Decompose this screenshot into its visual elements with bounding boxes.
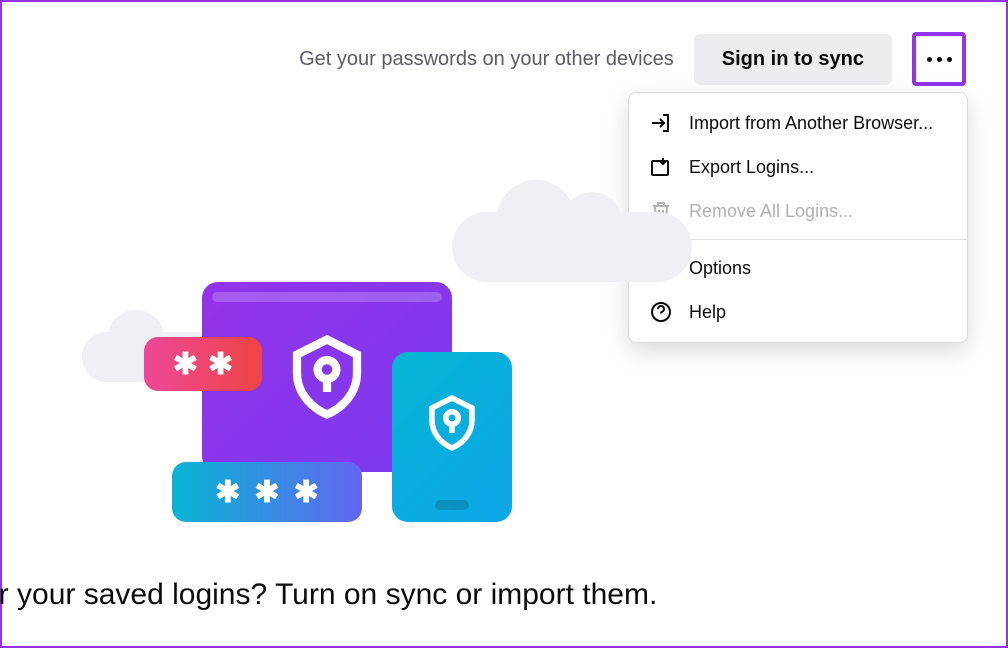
dropdown-menu: Import from Another Browser... Export Lo…	[628, 92, 968, 343]
cloud-icon	[452, 212, 692, 282]
prompt-text: Get your passwords on your other devices	[299, 48, 674, 71]
asterisk-icon: ✱	[173, 347, 198, 382]
menu-item-label: Import from Another Browser...	[689, 113, 933, 134]
header-bar: Get your passwords on your other devices…	[299, 32, 966, 86]
asterisk-icon: ✱	[294, 475, 319, 510]
footer-text: or your saved logins? Turn on sync or im…	[0, 578, 657, 612]
sign-in-button[interactable]: Sign in to sync	[694, 34, 892, 85]
menu-item-label: Export Logins...	[689, 157, 814, 178]
lock-icon	[422, 393, 482, 453]
menu-item-export[interactable]: Export Logins...	[629, 145, 967, 189]
asterisk-icon: ✱	[208, 347, 233, 382]
menu-item-label: Help	[689, 302, 726, 323]
menu-item-import[interactable]: Import from Another Browser...	[629, 101, 967, 145]
lock-icon	[282, 332, 372, 422]
export-icon	[649, 155, 673, 179]
help-icon	[649, 300, 673, 324]
import-icon	[649, 111, 673, 135]
menu-item-label: Options	[689, 258, 751, 279]
phone-card	[392, 352, 512, 522]
asterisk-icon: ✱	[215, 475, 240, 510]
password-pill: ✱ ✱ ✱	[172, 462, 362, 522]
menu-item-label: Remove All Logins...	[689, 201, 853, 222]
asterisk-icon: ✱	[254, 475, 279, 510]
menu-item-help[interactable]: Help	[629, 290, 967, 334]
password-pill: ✱ ✱	[144, 337, 262, 391]
illustration: ✱ ✱ ✱ ✱ ✱	[82, 222, 532, 542]
dots-icon	[927, 57, 952, 62]
more-menu-button[interactable]	[912, 32, 966, 86]
